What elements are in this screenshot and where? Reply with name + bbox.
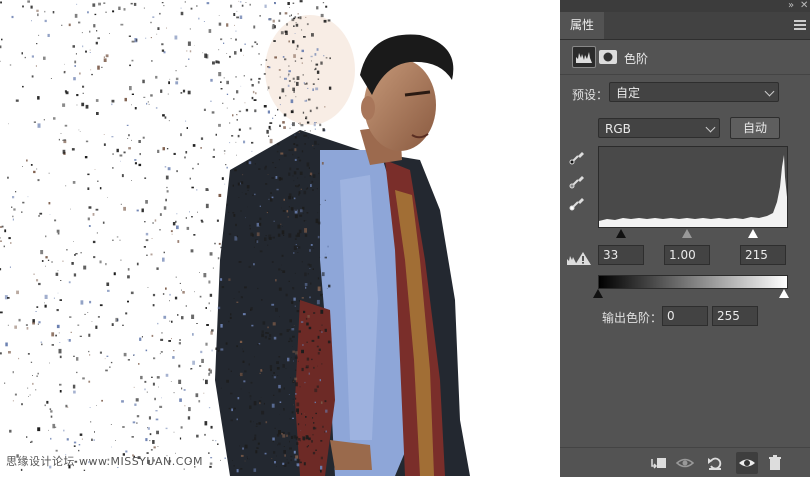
reset-icon[interactable] bbox=[706, 454, 724, 472]
properties-panel: » ✕ 属性 色阶 预设： 自定 RGB 自动 33 1 bbox=[560, 0, 810, 476]
histogram bbox=[598, 146, 788, 228]
panel-bottom-toolbar bbox=[560, 447, 810, 477]
input-black-slider[interactable] bbox=[616, 229, 626, 238]
collapse-icon[interactable]: » bbox=[788, 0, 794, 12]
input-white-slider[interactable] bbox=[748, 229, 758, 238]
view-previous-state-icon[interactable] bbox=[676, 454, 694, 472]
tab-properties[interactable]: 属性 bbox=[560, 12, 604, 39]
histogram-warning-icon[interactable] bbox=[566, 249, 592, 267]
channel-dropdown[interactable]: RGB bbox=[598, 118, 720, 138]
output-levels-label: 输出色阶： bbox=[602, 309, 662, 326]
preset-dropdown[interactable]: 自定 bbox=[609, 82, 779, 102]
clip-to-layer-icon[interactable] bbox=[650, 454, 668, 472]
levels-adjustment-icon[interactable] bbox=[572, 46, 596, 68]
adjustment-title: 色阶 bbox=[624, 50, 648, 67]
document-canvas[interactable]: 思缘设计论坛 www.MISSYUAN.COM bbox=[0, 0, 560, 476]
output-black-slider[interactable] bbox=[593, 289, 603, 298]
close-panel-icon[interactable]: ✕ bbox=[800, 0, 808, 12]
chevron-down-icon bbox=[765, 87, 775, 97]
panel-tab-bar: 属性 bbox=[560, 12, 810, 40]
input-gamma-field[interactable]: 1.00 bbox=[664, 245, 710, 265]
input-gamma-slider[interactable] bbox=[682, 229, 692, 238]
mask-icon[interactable] bbox=[596, 46, 620, 68]
visibility-eye-icon[interactable] bbox=[736, 452, 758, 474]
delete-icon[interactable] bbox=[766, 454, 784, 472]
white-point-eyedropper-icon[interactable] bbox=[568, 192, 588, 212]
chevron-down-icon bbox=[706, 123, 716, 133]
watermark-text: 思缘设计论坛 www.MISSYUAN.COM bbox=[6, 453, 203, 469]
output-black-field[interactable]: 0 bbox=[662, 306, 708, 326]
preset-label: 预设： bbox=[572, 86, 608, 103]
preset-value: 自定 bbox=[616, 86, 640, 100]
panel-menu-icon[interactable] bbox=[794, 20, 806, 30]
input-white-field[interactable]: 215 bbox=[740, 245, 786, 265]
input-black-field[interactable]: 33 bbox=[598, 245, 644, 265]
output-white-slider[interactable] bbox=[779, 289, 789, 298]
dispersion-photo bbox=[0, 0, 560, 476]
panel-title-strip: » ✕ bbox=[560, 0, 810, 12]
black-point-eyedropper-icon[interactable] bbox=[568, 146, 588, 166]
channel-value: RGB bbox=[605, 122, 631, 136]
auto-button[interactable]: 自动 bbox=[730, 117, 780, 139]
header-divider bbox=[560, 74, 810, 75]
output-white-field[interactable]: 255 bbox=[712, 306, 758, 326]
output-gradient-bar bbox=[598, 275, 788, 289]
gray-point-eyedropper-icon[interactable] bbox=[568, 170, 588, 190]
